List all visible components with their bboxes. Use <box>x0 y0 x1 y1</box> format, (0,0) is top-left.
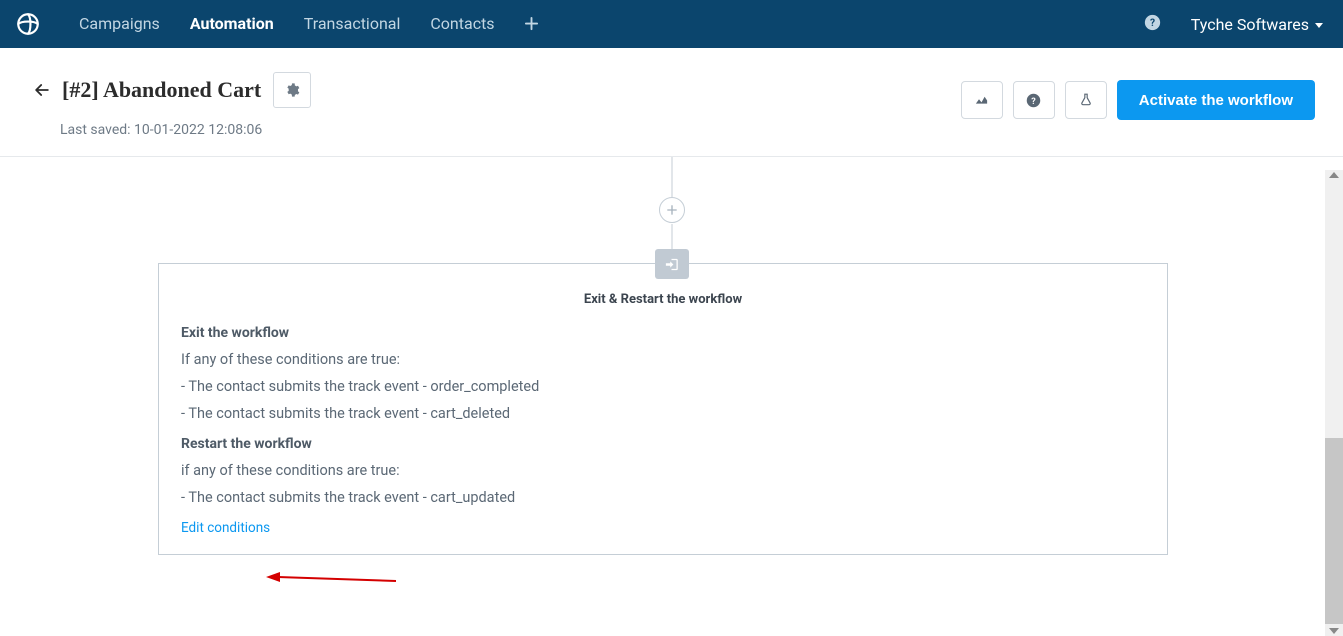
nav-transactional[interactable]: Transactional <box>289 0 416 48</box>
add-step-button[interactable] <box>659 197 685 223</box>
restart-condition: - The contact submits the track event - … <box>181 489 1145 506</box>
edit-conditions-link[interactable]: Edit conditions <box>181 520 270 536</box>
vertical-scrollbar[interactable] <box>1325 170 1343 636</box>
connector-line <box>671 157 672 197</box>
nav-automation[interactable]: Automation <box>175 0 289 48</box>
help-icon[interactable]: ? <box>1144 14 1161 35</box>
scroll-thumb[interactable] <box>1325 438 1343 624</box>
account-menu[interactable]: Tyche Softwares <box>1191 15 1323 34</box>
page-title: [#2] Abandoned Cart <box>62 77 261 103</box>
back-arrow-icon[interactable] <box>32 80 52 100</box>
svg-text:?: ? <box>1150 17 1155 28</box>
exit-condition: - The contact submits the track event - … <box>181 378 1145 395</box>
nav-contacts[interactable]: Contacts <box>415 0 509 48</box>
card-title: Exit & Restart the workflow <box>181 292 1145 307</box>
workflow-canvas[interactable]: Exit & Restart the workflow Exit the wor… <box>0 157 1343 625</box>
exit-restart-card[interactable]: Exit & Restart the workflow Exit the wor… <box>158 263 1168 555</box>
nav-add-button[interactable] <box>510 14 553 34</box>
help-button[interactable]: ? <box>1013 81 1055 119</box>
annotation-arrow <box>266 569 396 589</box>
exit-heading: Exit the workflow <box>181 325 1145 341</box>
exit-subtext: If any of these conditions are true: <box>181 351 1145 368</box>
restart-heading: Restart the workflow <box>181 436 1145 452</box>
svg-text:?: ? <box>1032 96 1037 106</box>
settings-button[interactable] <box>273 72 311 108</box>
top-nav: Campaigns Automation Transactional Conta… <box>0 0 1343 48</box>
scroll-down-icon[interactable] <box>1329 628 1339 634</box>
account-label: Tyche Softwares <box>1191 15 1309 34</box>
exit-condition: - The contact submits the track event - … <box>181 405 1145 422</box>
last-saved-label: Last saved: 10-01-2022 12:08:06 <box>60 122 311 138</box>
page-header: [#2] Abandoned Cart Last saved: 10-01-20… <box>0 48 1343 157</box>
exit-node-icon[interactable] <box>655 249 689 279</box>
nav-items: Campaigns Automation Transactional Conta… <box>64 0 553 48</box>
scroll-up-icon[interactable] <box>1329 172 1339 178</box>
stats-button[interactable] <box>961 81 1003 119</box>
restart-subtext: if any of these conditions are true: <box>181 462 1145 479</box>
caret-down-icon <box>1315 23 1323 28</box>
test-button[interactable] <box>1065 81 1107 119</box>
brand-logo[interactable] <box>14 10 42 38</box>
nav-campaigns[interactable]: Campaigns <box>64 0 175 48</box>
activate-workflow-button[interactable]: Activate the workflow <box>1117 80 1315 120</box>
